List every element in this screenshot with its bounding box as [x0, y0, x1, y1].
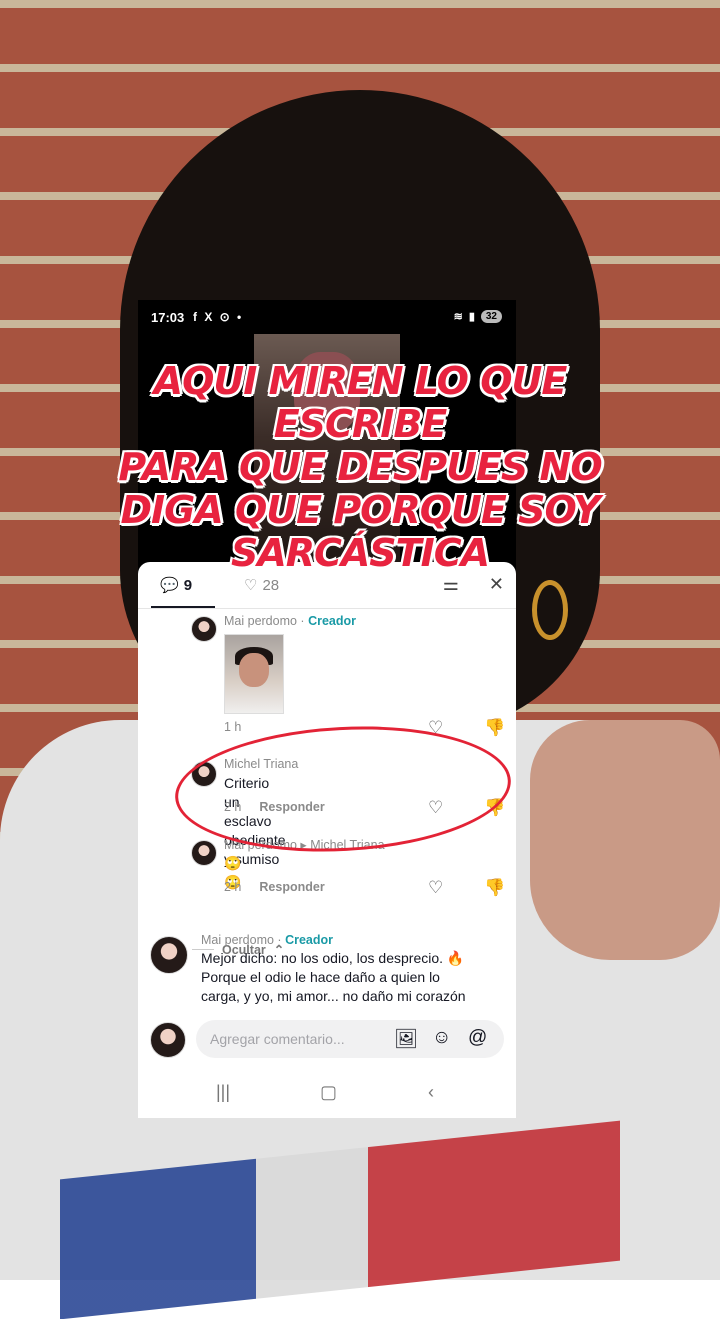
caption-line: AQUI MIREN LO QUE [153, 359, 568, 403]
hand-shape [530, 720, 720, 960]
reply-button[interactable]: Responder [259, 880, 324, 894]
creator-badge: Creador [285, 933, 333, 947]
emoji-icon[interactable]: ☺ [432, 1027, 451, 1049]
reply-button[interactable]: Responder [259, 800, 324, 814]
comment-text: Mejor dicho: no los odio, los desprecio.… [201, 949, 506, 1011]
status-right: ≋ ▮ 32 [454, 310, 502, 323]
tab-likes[interactable]: ♡ 28 [244, 576, 280, 595]
input-placeholder: Agregar comentario... [210, 1031, 345, 1047]
author-name: Mai perdomo [201, 933, 274, 947]
tab-comments[interactable]: 💬 9 [160, 576, 193, 595]
battery-icon: 32 [480, 310, 502, 323]
comment-icon: 💬 [160, 577, 179, 594]
sheet-tools: ⚌ ✕ [443, 574, 504, 595]
back-icon[interactable]: ‹ [428, 1082, 434, 1103]
like-icon[interactable]: ♡ [428, 878, 443, 898]
reply-to-name: Michel Triana [310, 838, 385, 852]
filter-icon[interactable]: ⚌ [443, 574, 459, 595]
comment-time: 2 h [224, 880, 242, 894]
caption-line: PARA QUE DESPUES NO [118, 445, 602, 489]
avatar[interactable] [150, 936, 188, 974]
photo-face [239, 653, 269, 687]
home-icon[interactable]: ▢ [320, 1082, 337, 1103]
image-icon[interactable]: 🖼 [394, 1027, 418, 1051]
status-time: 17:03 [151, 310, 185, 325]
close-icon[interactable]: ✕ [489, 574, 504, 595]
caption-line: DIGA QUE PORQUE SOY [120, 488, 600, 532]
avatar[interactable] [191, 840, 217, 866]
like-icon[interactable]: ♡ [428, 718, 443, 738]
signal-icon: ▮ [468, 311, 475, 323]
author-name: Mai perdomo [224, 614, 297, 628]
status-app-icons: f X ⊙ • [193, 310, 244, 324]
comment-photo[interactable] [224, 634, 284, 714]
comment-time: 2 h [224, 800, 242, 814]
avatar[interactable] [191, 761, 217, 787]
overlay-caption: AQUI MIREN LO QUE ESCRIBE PARA QUE DESPU… [90, 360, 630, 575]
comment-text-line: carga, y yo, mi amor... no daño mi coraz… [201, 988, 466, 1004]
avatar[interactable] [191, 616, 217, 642]
comment-author[interactable]: Mai perdomo · Creador [224, 614, 356, 628]
heart-icon: ♡ [244, 577, 258, 594]
like-icon[interactable]: ♡ [428, 798, 443, 818]
comment-time: 1 h [224, 720, 242, 734]
comment-author[interactable]: Mai perdomo ▸ Michel Triana [224, 837, 385, 852]
recents-icon[interactable]: ||| [216, 1082, 230, 1103]
likes-count: 28 [262, 576, 280, 594]
creator-badge: Creador [308, 614, 356, 628]
status-bar: 17:03 f X ⊙ • ≋ ▮ 32 [138, 300, 516, 336]
author-name: Mai perdomo [224, 838, 297, 852]
caption-line: SARCÁSTICA [230, 531, 490, 575]
dislike-icon[interactable]: 👎 [484, 878, 505, 898]
tab-underline [151, 606, 215, 608]
comments-count: 9 [183, 576, 193, 594]
user-avatar [150, 1022, 186, 1058]
dislike-icon[interactable]: 👎 [484, 718, 505, 738]
comment-meta: 2 h Responder [224, 880, 325, 894]
comment-input[interactable]: Agregar comentario... 🖼 ☺ @ [196, 1020, 504, 1058]
comments-sheet: 💬 9 ♡ 28 ⚌ ✕ Mai perdomo · Creador 1 h ♡… [138, 562, 516, 1118]
comment-author[interactable]: Michel Triana [224, 757, 298, 771]
earring-shape [532, 580, 568, 640]
wifi-icon: ≋ [453, 311, 463, 323]
android-nav-bar: ||| ▢ ‹ [138, 1070, 516, 1118]
dislike-icon[interactable]: 👎 [484, 798, 505, 818]
caption-line: ESCRIBE [273, 402, 448, 446]
comment-input-bar: Agregar comentario... 🖼 ☺ @ [138, 1014, 516, 1070]
comment-text-line: Porque el odio le hace daño a quien lo [201, 969, 440, 985]
comment-text-line: Mejor dicho: no los odio, los desprecio.… [201, 950, 465, 966]
mention-icon[interactable]: @ [468, 1027, 487, 1049]
comment-author[interactable]: Mai perdomo · Creador [201, 933, 333, 947]
comment-meta: 2 h Responder [224, 800, 325, 814]
